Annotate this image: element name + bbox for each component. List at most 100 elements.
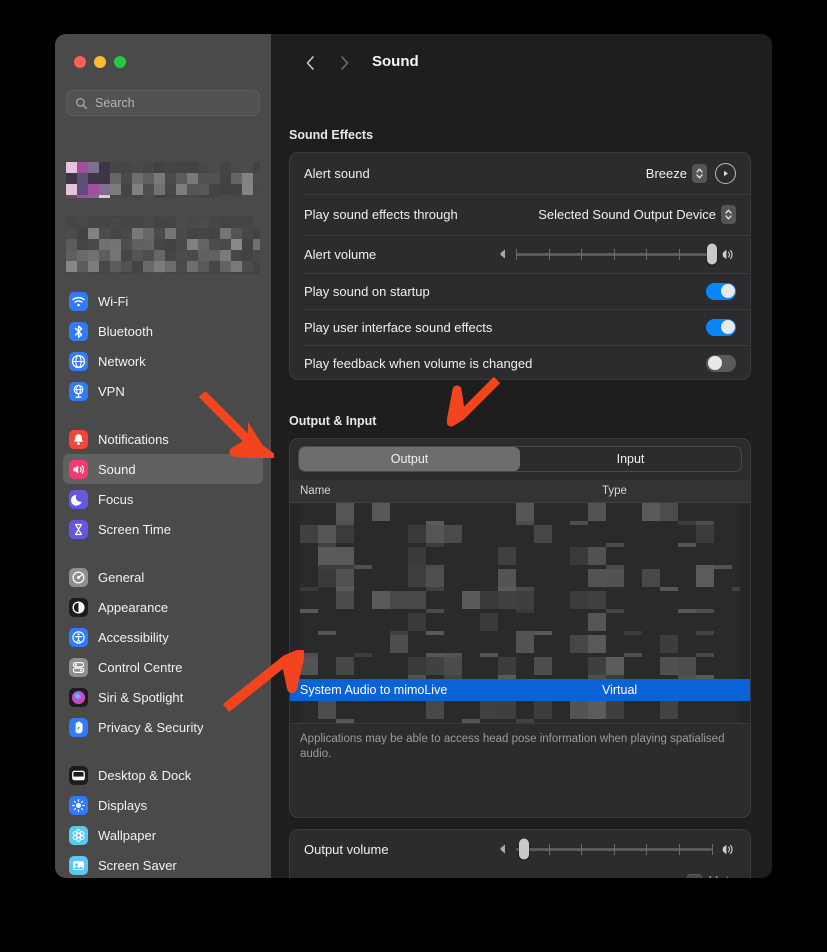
sidebar-item-label: Siri & Spotlight xyxy=(98,690,183,705)
detail-pane: Sound Sound Effects Alert sound Breeze P… xyxy=(271,34,772,878)
play-alert-sound-button[interactable] xyxy=(715,163,736,184)
play-feedback-volume-toggle[interactable] xyxy=(706,355,736,372)
output-volume-thumb[interactable] xyxy=(519,839,529,860)
sidebar-item-label: VPN xyxy=(98,384,125,399)
sidebar-item-screen-time[interactable]: Screen Time xyxy=(63,514,263,544)
device-row-redacted[interactable] xyxy=(290,547,750,569)
search-placeholder: Search xyxy=(95,96,135,110)
device-row[interactable]: System Audio to mimoLive Virtual xyxy=(290,679,750,701)
alert-volume-row: Alert volume xyxy=(290,235,750,273)
play-through-popup-button[interactable]: Selected Sound Output Device xyxy=(538,205,736,224)
page-title: Sound xyxy=(372,53,419,70)
device-row-redacted[interactable] xyxy=(290,657,750,679)
output-input-card: Output Input Name Type System Audio to m… xyxy=(289,438,751,818)
sidebar-item-label: Network xyxy=(98,354,146,369)
device-row-redacted[interactable] xyxy=(290,635,750,657)
screen-time-hourglass-icon xyxy=(69,520,88,539)
mute-row: Mute xyxy=(290,868,750,878)
alert-sound-value: Breeze xyxy=(646,166,687,181)
output-volume-slider[interactable] xyxy=(516,848,712,851)
sidebar-item-wallpaper[interactable]: Wallpaper xyxy=(63,820,263,850)
nav-group-system-alerts: Notifications Sound Focus Screen Time xyxy=(55,424,271,544)
forward-button[interactable] xyxy=(333,52,355,74)
chevron-up-down-icon xyxy=(692,164,707,183)
sidebar-item-bluetooth[interactable]: Bluetooth xyxy=(63,316,263,346)
sidebar-item-accessibility[interactable]: Accessibility xyxy=(63,622,263,652)
alert-volume-thumb[interactable] xyxy=(707,244,717,265)
nav-group-general: General Appearance Accessibility Control… xyxy=(55,562,271,742)
tab-input-label: Input xyxy=(617,452,645,466)
device-row-redacted[interactable] xyxy=(290,569,750,591)
notifications-bell-icon xyxy=(69,430,88,449)
sidebar-item-label: Focus xyxy=(98,492,133,507)
sidebar-item-control-centre[interactable]: Control Centre xyxy=(63,652,263,682)
play-ui-sound-effects-toggle[interactable] xyxy=(706,319,736,336)
device-row-redacted[interactable] xyxy=(290,701,750,723)
alert-volume-label: Alert volume xyxy=(304,247,376,262)
wallpaper-icon xyxy=(69,826,88,845)
output-input-tabs: Output Input xyxy=(298,446,742,472)
chevron-left-icon xyxy=(305,55,316,71)
sidebar-item-desktop-and-dock[interactable]: Desktop & Dock xyxy=(63,760,263,790)
tab-input[interactable]: Input xyxy=(520,447,741,471)
alert-sound-popup-button[interactable]: Breeze xyxy=(646,164,707,183)
chevron-right-icon xyxy=(339,55,350,71)
tab-output-label: Output xyxy=(391,452,429,466)
mute-label: Mute xyxy=(708,874,736,878)
play-sound-on-startup-toggle[interactable] xyxy=(706,283,736,300)
alert-volume-slider[interactable] xyxy=(516,253,712,256)
sidebar-item-network[interactable]: Network xyxy=(63,346,263,376)
sidebar-item-sound[interactable]: Sound xyxy=(63,454,263,484)
sidebar-item-siri-and-spotlight[interactable]: Siri & Spotlight xyxy=(63,682,263,712)
back-button[interactable] xyxy=(299,52,321,74)
device-row-redacted[interactable] xyxy=(290,591,750,613)
tab-output[interactable]: Output xyxy=(299,447,520,471)
device-list[interactable]: System Audio to mimoLive Virtual xyxy=(290,503,750,723)
device-name: System Audio to mimoLive xyxy=(300,683,602,697)
focus-moon-icon xyxy=(69,490,88,509)
sidebar-item-label: Wallpaper xyxy=(98,828,156,843)
play-ui-sound-effects-row: Play user interface sound effects xyxy=(290,309,750,345)
sidebar-item-label: Privacy & Security xyxy=(98,720,203,735)
column-header-type: Type xyxy=(602,485,627,497)
sidebar-item-screen-saver[interactable]: Screen Saver xyxy=(63,850,263,878)
sidebar-item-label: Desktop & Dock xyxy=(98,768,191,783)
nav-divider xyxy=(55,406,271,424)
toggle-label: Play user interface sound effects xyxy=(304,320,492,335)
speaker-low-icon xyxy=(497,248,508,260)
alert-sound-label: Alert sound xyxy=(304,166,370,181)
sidebar-item-general[interactable]: General xyxy=(63,562,263,592)
search-field[interactable]: Search xyxy=(66,90,260,116)
sidebar-item-appearance[interactable]: Appearance xyxy=(63,592,263,622)
screen-saver-icon xyxy=(69,856,88,875)
window-controls xyxy=(74,56,126,68)
close-button[interactable] xyxy=(74,56,86,68)
alert-volume-track xyxy=(516,253,712,256)
toggle-label: Play feedback when volume is changed xyxy=(304,356,532,371)
output-volume-label: Output volume xyxy=(304,842,389,857)
device-row-redacted[interactable] xyxy=(290,613,750,635)
toggle-label: Play sound on startup xyxy=(304,284,430,299)
device-row-redacted[interactable] xyxy=(290,525,750,547)
zoom-button[interactable] xyxy=(114,56,126,68)
play-icon xyxy=(721,169,730,178)
device-table-header: Name Type xyxy=(290,480,750,503)
network-globe-icon xyxy=(69,352,88,371)
mute-checkbox[interactable] xyxy=(687,874,702,879)
account-header-redacted[interactable] xyxy=(66,162,260,274)
sidebar-item-label: Screen Saver xyxy=(98,858,177,873)
chevron-up-down-icon xyxy=(721,205,736,224)
sidebar-item-notifications[interactable]: Notifications xyxy=(63,424,263,454)
device-row-redacted[interactable] xyxy=(290,503,750,525)
sidebar-item-wi-fi[interactable]: Wi-Fi xyxy=(63,286,263,316)
minimize-button[interactable] xyxy=(94,56,106,68)
sidebar-item-displays[interactable]: Displays xyxy=(63,790,263,820)
sidebar: Search Wi-Fi Bluetooth Network VPN Notif… xyxy=(55,34,272,878)
sound-effects-card: Alert sound Breeze Play sound effects th… xyxy=(289,152,751,380)
wifi-icon xyxy=(69,292,88,311)
nav-divider xyxy=(55,544,271,562)
sidebar-item-privacy-and-security[interactable]: Privacy & Security xyxy=(63,712,263,742)
speaker-high-icon xyxy=(720,248,736,261)
sidebar-item-focus[interactable]: Focus xyxy=(63,484,263,514)
sidebar-item-vpn[interactable]: VPN xyxy=(63,376,263,406)
